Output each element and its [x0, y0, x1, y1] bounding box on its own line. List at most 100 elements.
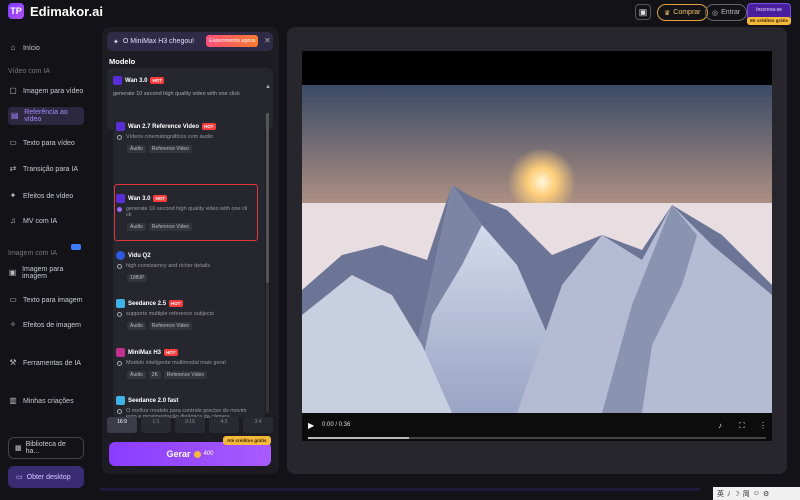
settings-icon[interactable]: ⚙ [763, 490, 769, 498]
model-radio[interactable] [117, 264, 122, 269]
model-radio[interactable] [117, 361, 122, 366]
hot-badge: HOT [164, 349, 178, 356]
video-controls: ▶ 0:00 / 0:36 ♪ ⛶ ⋮ [302, 413, 772, 441]
generate-label: Gerar [166, 449, 191, 459]
selected-model-name: Wan 3.0 HOT [113, 76, 164, 85]
login-button[interactable]: ◎ Entrar [705, 4, 748, 21]
hot-badge: HOT [169, 300, 183, 307]
try-now-button[interactable]: Experimente agora [206, 35, 259, 47]
free-credits-badge: Até créditos grátis [223, 436, 271, 445]
section-label-image: Imagem com IA [8, 250, 58, 257]
library-button[interactable]: ▦ Biblioteca de ha... [8, 437, 84, 459]
sidebar-item-video-effects[interactable]: ✦ Efeitos de vídeo [8, 191, 84, 201]
video-frame [302, 85, 772, 413]
promo-text: O MiniMax H3 chegou! [122, 38, 195, 45]
generation-panel: ✦ O MiniMax H3 chegou! Experimente agora… [102, 27, 279, 474]
video-player[interactable]: ▶ 0:00 / 0:36 ♪ ⛶ ⋮ [302, 51, 772, 441]
model-tag: 2K [148, 371, 161, 379]
model-tags: Áudio Reference Video [127, 145, 192, 153]
sidebar-item-label: Transição para IA [23, 165, 78, 173]
close-icon[interactable]: ✕ [264, 36, 271, 45]
sidebar-item-home[interactable]: ⌂ Início [8, 43, 84, 53]
model-tags: Áudio Reference Video [127, 223, 192, 231]
ratio-option[interactable]: 1:1 [141, 417, 171, 433]
model-desc: Modelo inteligente multimodal mais geral [126, 360, 226, 366]
wan-logo-icon [116, 122, 125, 131]
ime-punct-icon[interactable]: ﾉ [727, 489, 731, 499]
model-tags: 1080P [127, 274, 148, 282]
wan-logo-icon [113, 76, 122, 85]
ime-simplified-icon[interactable]: 简 [743, 489, 750, 499]
library-label: Biblioteca de ha... [25, 441, 66, 455]
model-name: Vidu Q2 [116, 251, 151, 260]
model-name: Seedance 2.5 HOT [116, 299, 183, 308]
sidebar-item-label: Imagem para imagem [22, 266, 64, 280]
sidebar-item-tools[interactable]: ⚒ Ferramentas de IA [8, 358, 84, 368]
hot-badge: HOT [202, 123, 216, 130]
model-name-label: Wan 2.7 Reference Video [128, 123, 200, 130]
scrollbar-thumb[interactable] [266, 113, 269, 283]
sidebar-item-creations[interactable]: ▥ Minhas criações [8, 396, 84, 406]
model-tag: Áudio [127, 145, 146, 153]
sidebar-item-mv[interactable]: ♫ MV com IA [8, 216, 84, 226]
buy-button[interactable]: ♛ Comprar [657, 4, 708, 21]
ime-english-icon[interactable]: 英 [717, 489, 724, 499]
model-name-label: Vidu Q2 [128, 252, 151, 259]
more-options-icon[interactable]: ⋮ [759, 421, 767, 430]
sidebar-item-image-effects[interactable]: ✧ Efeitos de imagem [8, 320, 84, 330]
sidebar-item-text-to-video[interactable]: ▭ Texto para vídeo [8, 138, 84, 148]
ratio-option[interactable]: 16:9 [107, 417, 137, 433]
mute-icon[interactable]: ♪ [718, 421, 722, 430]
hot-badge: HOT [150, 77, 164, 84]
crown-icon: ♛ [664, 9, 671, 17]
ratio-option[interactable]: 9:16 [175, 417, 205, 433]
model-tag: Áudio [127, 223, 146, 231]
emoji-icon[interactable]: ☺ [753, 490, 760, 497]
get-desktop-button[interactable]: ▭ Obter desktop [8, 466, 84, 488]
sidebar-item-image-to-image[interactable]: ▣ Imagem para imagem [8, 266, 84, 280]
bottom-strip [100, 488, 700, 491]
sidebar-item-label: Imagem para vídeo [23, 87, 84, 95]
top-bar: TP Edimakor.ai ▣ ♛ Comprar ◎ Entrar Inscre… [0, 0, 800, 25]
model-tag: Reference Video [148, 145, 192, 153]
model-name-label: Wan 3.0 [125, 77, 148, 84]
sidebar-item-label: Efeitos de vídeo [23, 192, 74, 200]
sidebar: ⌂ Início Vídeo com IA ▢ Imagem para vídeo … [0, 34, 96, 500]
login-label: Entrar [721, 9, 741, 16]
model-name-label: Wan 3.0 [128, 195, 151, 202]
logo[interactable]: TP Edimakor.ai [8, 3, 103, 19]
sidebar-item-label: Efeitos de imagem [23, 321, 81, 329]
model-radio-selected[interactable] [117, 207, 122, 212]
folder-icon: ▥ [9, 396, 17, 405]
coin-icon [193, 450, 201, 458]
play-icon[interactable]: ▶ [308, 421, 314, 430]
sparkle-icon: ✦ [113, 38, 119, 46]
model-list: Wan 2.7 Reference Video HOT Vídeos cinem… [113, 108, 265, 418]
music-icon: ♫ [10, 216, 16, 225]
model-radio[interactable] [117, 135, 122, 140]
effects-icon: ✦ [9, 191, 17, 200]
model-radio[interactable] [117, 312, 122, 317]
sidebar-item-image-to-video[interactable]: ▢ Imagem para vídeo [8, 86, 84, 96]
home-icon: ⌂ [10, 43, 16, 52]
fullscreen-icon[interactable]: ⛶ [739, 421, 745, 431]
generate-cost: 400 [203, 451, 214, 457]
moon-icon[interactable]: ☽ [734, 490, 740, 498]
chevron-up-icon[interactable]: ▲ [265, 84, 271, 90]
seedance-logo-icon [116, 396, 125, 405]
sidebar-item-reference-video[interactable]: ▤ Referência ao vídeo [8, 107, 84, 125]
model-name: Seedance 2.0 fast [116, 396, 178, 405]
generate-button[interactable]: Gerar 400 [109, 442, 271, 466]
model-name: Wan 2.7 Reference Video HOT [116, 122, 216, 131]
logo-mark: TP [8, 3, 24, 19]
ratio-option[interactable]: 3:4 [243, 417, 273, 433]
sidebar-item-text-to-image[interactable]: ▭ Texto para imagem [8, 295, 84, 305]
model-radio[interactable] [117, 409, 122, 414]
new-badge [71, 244, 81, 250]
sidebar-item-label: Referência ao vídeo [24, 109, 68, 123]
ratio-option[interactable]: 4:3 [209, 417, 239, 433]
sidebar-item-transition[interactable]: ⇄ Transição para IA [8, 164, 84, 174]
monitor-icon[interactable]: ▣ [635, 4, 651, 20]
model-desc: supports multiple reference subjects [126, 311, 215, 317]
image-video-icon: ▢ [9, 86, 17, 95]
